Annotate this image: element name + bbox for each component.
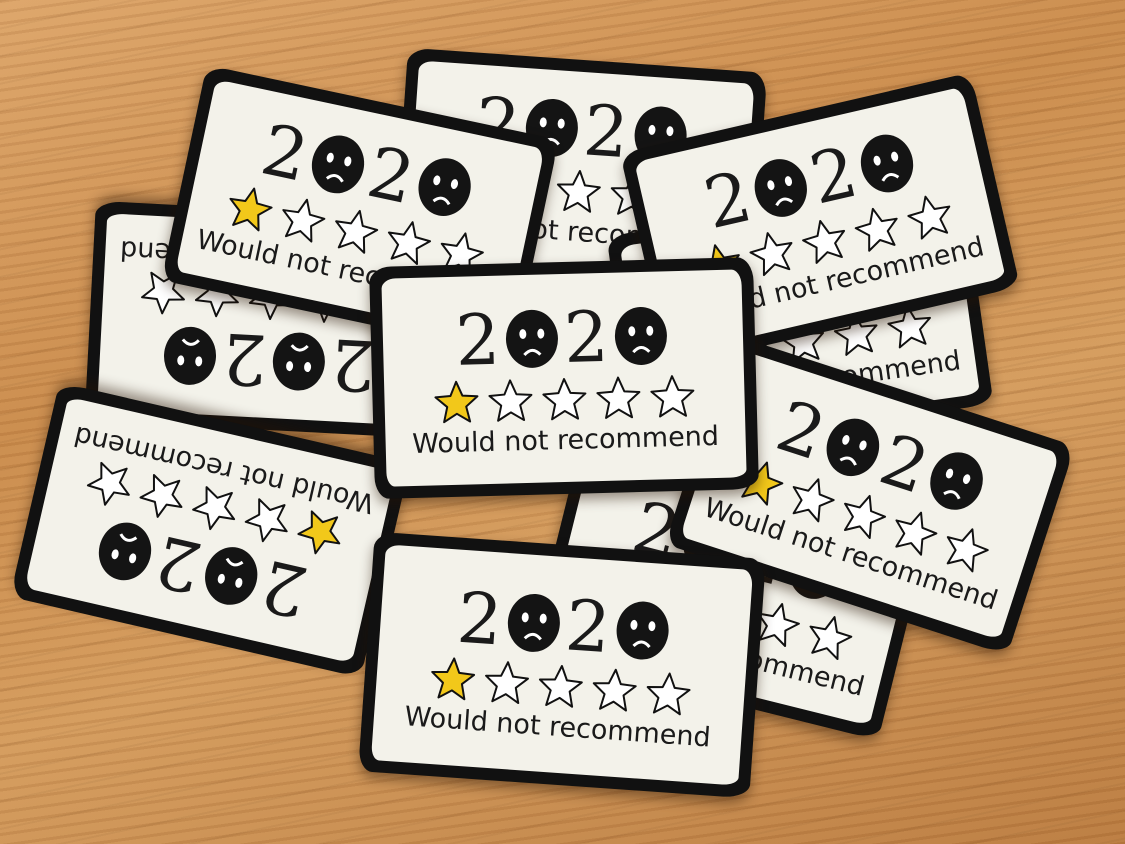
sticker-year: 2 2	[453, 295, 672, 382]
wooden-table-background: 2 2 Would not recommend 2 2 Would not re…	[0, 0, 1125, 844]
star-empty-icon	[946, 527, 989, 572]
star-filled-icon	[434, 380, 479, 423]
sticker-face: 2 2 Would not recommend	[370, 544, 754, 786]
star-empty-icon	[802, 219, 845, 264]
sad-face-zero-icon	[860, 134, 913, 192]
caption: Would not recommend	[411, 420, 720, 460]
sad-face-zero-icon	[754, 158, 807, 217]
star-empty-icon	[646, 672, 691, 715]
sticker: 2 2 Would not recommend	[358, 531, 766, 799]
star-empty-icon	[538, 664, 583, 708]
star-empty-icon	[488, 378, 533, 422]
star-empty-icon	[749, 231, 793, 276]
star-empty-icon	[809, 615, 853, 660]
star-empty-icon	[596, 376, 641, 419]
sad-face-zero-icon	[311, 135, 365, 193]
sticker-year: 2 2	[454, 576, 676, 669]
star-empty-icon	[335, 209, 379, 254]
sticker-face: 2 2 Would not recommend	[381, 269, 747, 487]
star-empty-icon	[86, 462, 130, 507]
digit-two: 2	[220, 317, 270, 402]
star-filled-icon	[229, 187, 273, 231]
sad-face-zero-icon	[616, 601, 669, 659]
digit-two: 2	[454, 576, 505, 662]
digit-two: 2	[454, 298, 502, 382]
star-empty-icon	[139, 474, 183, 519]
sticker-face: 2 2 Would not recommend	[24, 396, 396, 664]
star-filled-icon	[431, 656, 476, 700]
digit-two: 2	[562, 295, 610, 379]
sad-face-zero-icon	[614, 306, 667, 365]
star-empty-icon	[592, 668, 637, 712]
sad-face-zero-icon	[164, 327, 217, 386]
digit-two: 2	[580, 88, 632, 174]
star-empty-icon	[485, 660, 529, 704]
sad-face-zero-icon	[507, 593, 560, 652]
star-empty-icon	[907, 195, 951, 240]
sad-face-zero-icon	[505, 309, 558, 368]
digit-two: 2	[328, 322, 378, 408]
star-empty-icon	[244, 498, 288, 543]
sad-face-zero-icon	[204, 547, 258, 606]
star-empty-icon	[650, 374, 695, 417]
star-empty-icon	[388, 220, 432, 265]
star-empty-icon	[282, 198, 326, 243]
star-empty-icon	[556, 169, 601, 213]
star-empty-icon	[854, 207, 898, 252]
star-rating	[429, 373, 700, 424]
sticker: 2 2 Would not recommend	[369, 257, 759, 499]
sad-face-zero-icon	[418, 157, 471, 216]
sad-face-zero-icon	[99, 523, 152, 581]
sticker-year: 2 2	[158, 317, 379, 408]
star-empty-icon	[542, 377, 587, 420]
digit-two: 2	[562, 583, 614, 669]
sad-face-zero-icon	[272, 333, 325, 392]
